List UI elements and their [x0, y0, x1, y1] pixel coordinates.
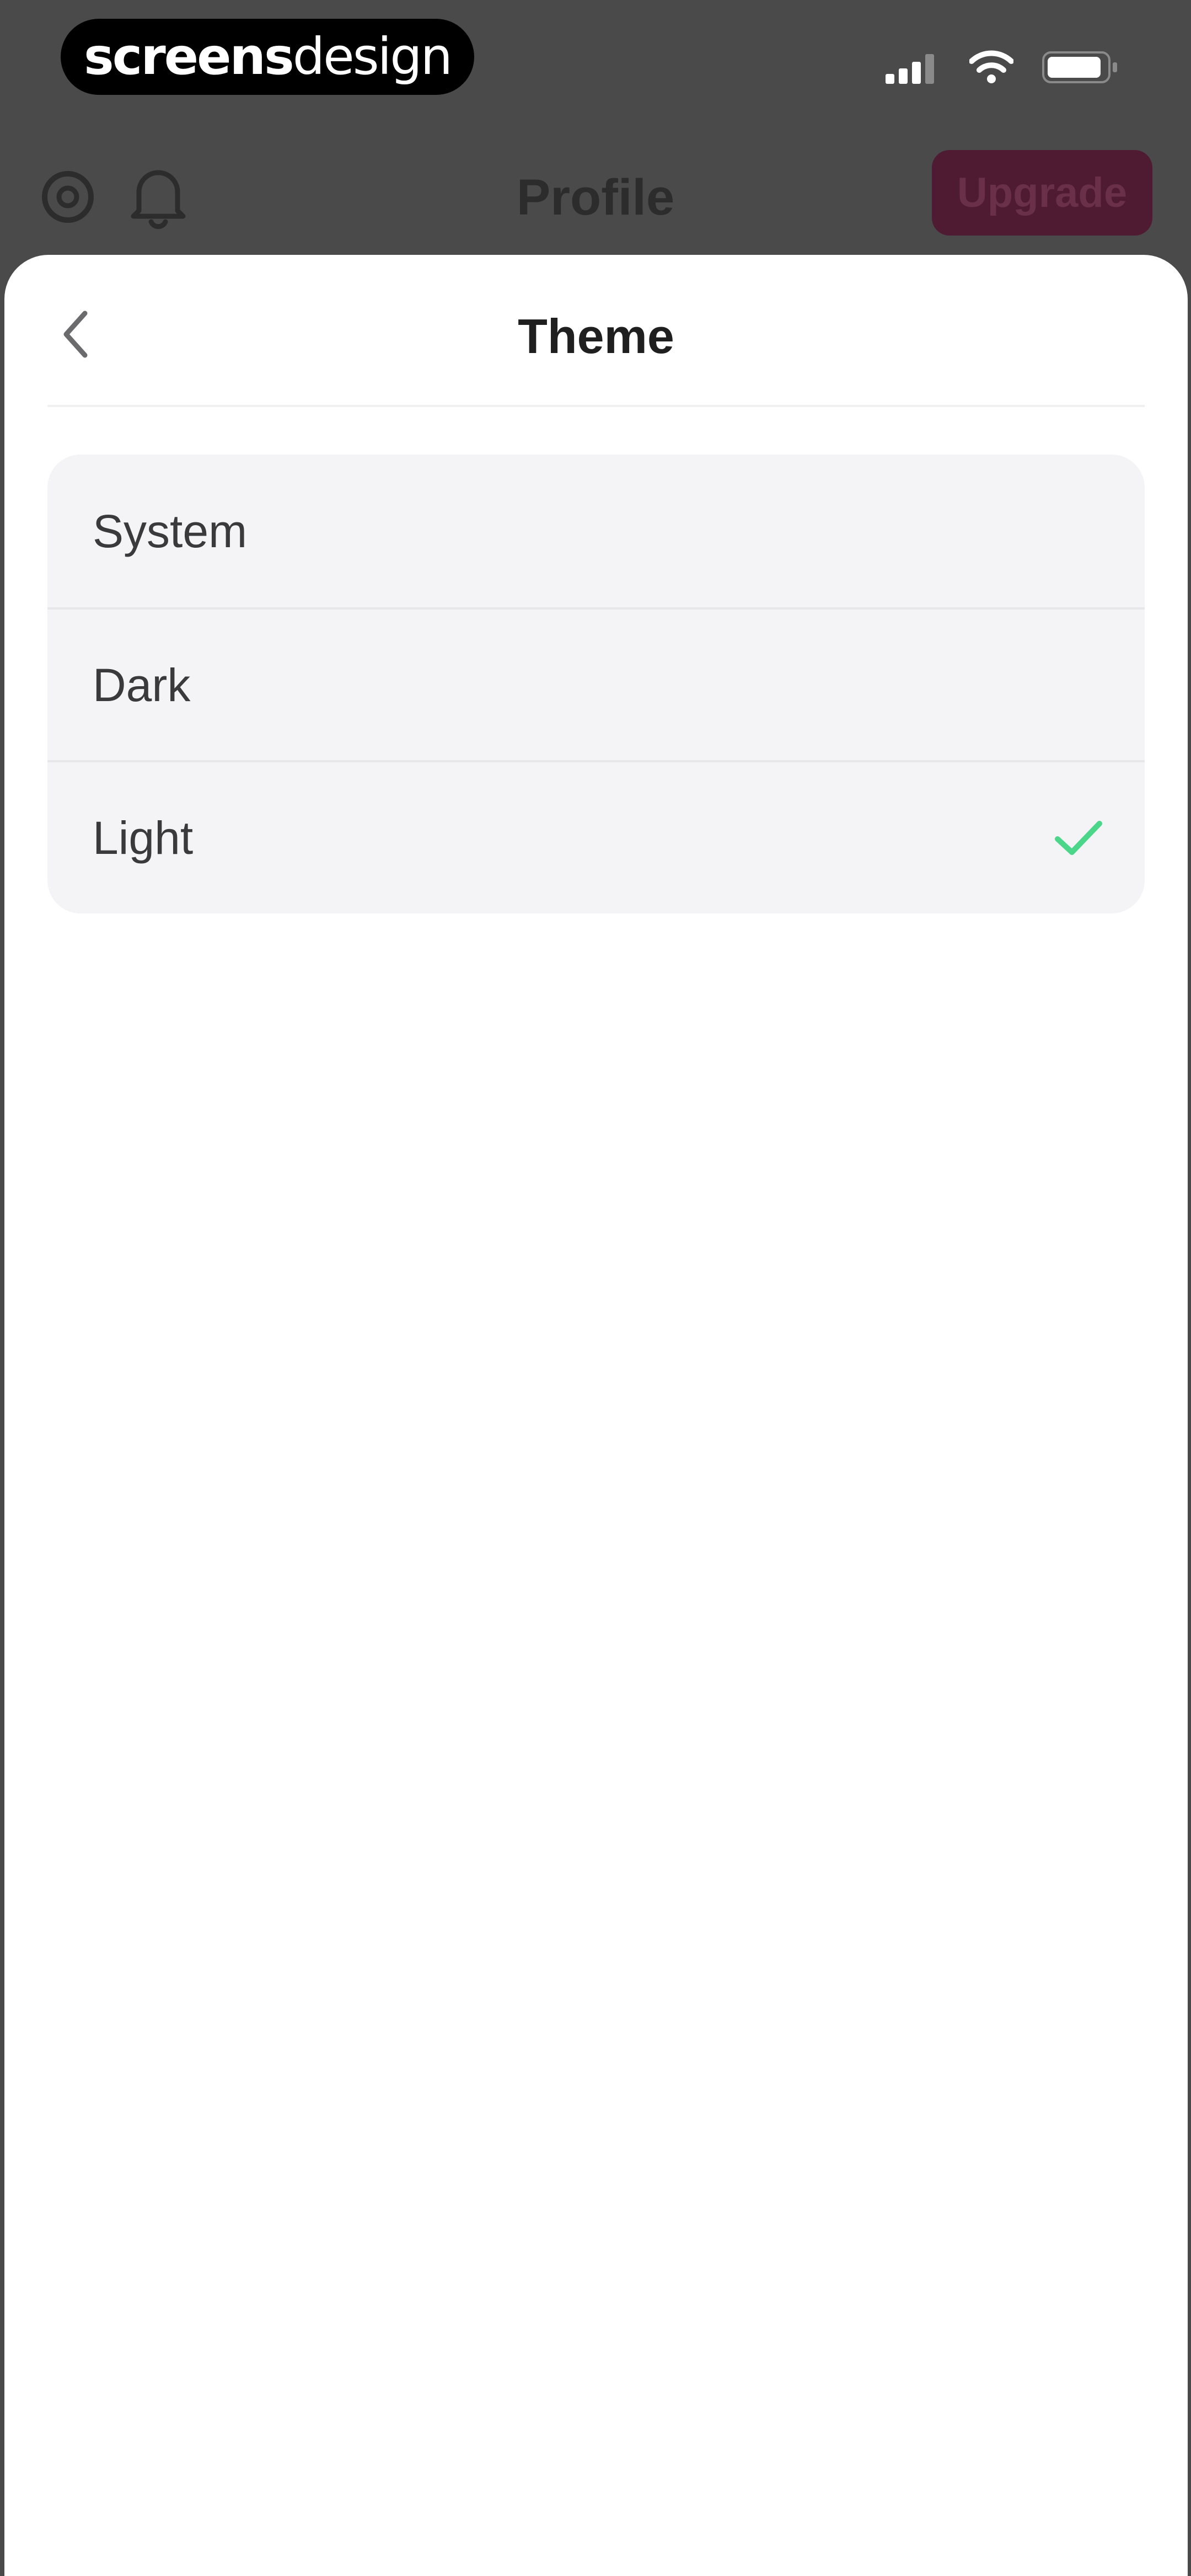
battery-icon — [1042, 50, 1119, 84]
option-label: System — [93, 505, 248, 557]
theme-options-list: System Dark Light — [47, 455, 1145, 913]
wifi-icon — [969, 50, 1013, 84]
status-icons — [886, 45, 1119, 89]
theme-option-dark[interactable]: Dark — [47, 607, 1145, 760]
header-divider — [47, 405, 1145, 407]
brand-pill: screensdesign — [61, 19, 474, 95]
theme-option-system[interactable]: System — [47, 455, 1145, 607]
cellular-signal-icon — [886, 51, 941, 84]
checkmark-icon — [1051, 810, 1106, 865]
brand-wordmark-bold: screens — [84, 27, 294, 86]
theme-sheet: Theme System Dark Light — [4, 255, 1188, 2576]
theme-option-light[interactable]: Light — [47, 760, 1145, 913]
brand-wordmark-light: design — [292, 27, 453, 86]
theme-settings-screen: screensdesign Profile Upgrade Theme Syst… — [0, 0, 1191, 2576]
upgrade-button: Upgrade — [932, 150, 1152, 236]
sheet-title: Theme — [518, 309, 674, 364]
option-label: Light — [93, 811, 194, 864]
option-label: Dark — [93, 659, 191, 711]
sheet-header: Theme — [4, 255, 1188, 407]
brand-wordmark: screensdesign — [84, 31, 453, 82]
background-page-header: Profile Upgrade — [0, 138, 1191, 248]
